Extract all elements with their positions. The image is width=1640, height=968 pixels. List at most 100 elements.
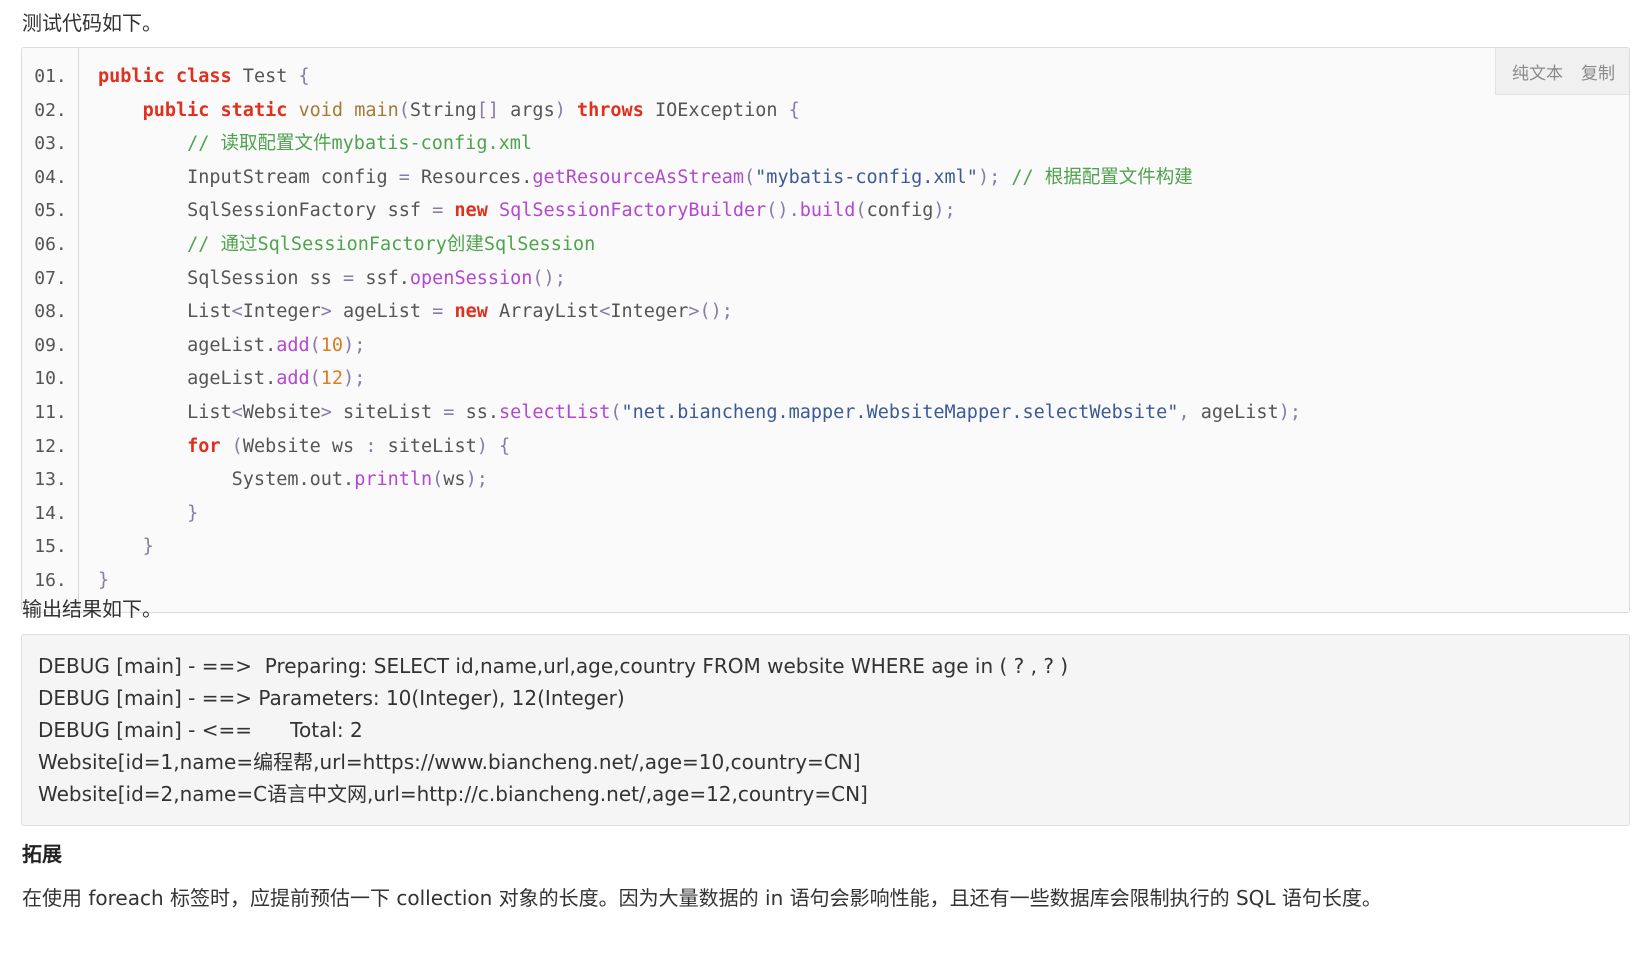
code-token: SqlSession ss: [98, 267, 344, 289]
code-token: Website: [242, 401, 321, 423]
code-text: for (Website ws : siteList) {: [79, 430, 510, 464]
code-line: 05. SqlSessionFactory ssf = new SqlSessi…: [22, 194, 1629, 228]
code-token: static: [220, 99, 288, 121]
code-lines: 01. public class Test {02. public static …: [22, 60, 1629, 598]
code-text: }: [79, 530, 154, 564]
code-text: }: [79, 564, 109, 598]
output-line: DEBUG [main] - ==> Parameters: 10(Intege…: [38, 686, 625, 710]
code-text: List<Website> siteList = ss.selectList("…: [79, 396, 1301, 430]
code-token: (: [855, 200, 867, 222]
line-number: 10.: [34, 368, 67, 390]
code-token: ageList: [1189, 401, 1279, 423]
intro-text: 测试代码如下。: [22, 11, 162, 35]
code-token: );: [933, 200, 956, 222]
code-token: []: [476, 99, 500, 121]
code-token: println: [354, 469, 433, 491]
code-token: ();: [532, 267, 566, 289]
output-line: DEBUG [main] - <== Total: 2: [38, 718, 363, 742]
code-token: }: [187, 502, 199, 524]
body-paragraph: 在使用 foreach 标签时，应提前预估一下 collection 对象的长度…: [22, 886, 1382, 910]
code-token: (: [398, 99, 410, 121]
code-token: public: [98, 66, 165, 87]
code-text: SqlSessionFactory ssf = new SqlSessionFa…: [79, 194, 956, 228]
code-token: }: [98, 569, 110, 591]
code-token: List: [98, 301, 232, 323]
code-text: // 读取配置文件mybatis-config.xml: [79, 127, 532, 161]
code-line: 04. InputStream config = Resources.getRe…: [22, 161, 1629, 195]
code-token: Integer: [610, 301, 689, 323]
output-line: Website[id=2,name=C语言中文网,url=http://c.bi…: [38, 782, 868, 806]
code-line: 14. }: [22, 497, 1629, 531]
code-text: System.out.println(ws);: [79, 463, 488, 497]
code-token: (: [231, 435, 243, 457]
line-number: 15.: [34, 536, 67, 558]
code-line: 13. System.out.println(ws);: [22, 463, 1629, 497]
code-text: SqlSession ss = ssf.openSession();: [79, 262, 566, 296]
code-token: build: [799, 200, 856, 222]
code-token: SqlSessionFactoryBuilder: [498, 200, 767, 222]
code-token: InputStream config: [98, 166, 399, 188]
code-token: IOException: [643, 99, 789, 121]
code-token: ss.: [454, 401, 499, 423]
code-token: new: [454, 301, 488, 323]
code-token: (: [610, 401, 622, 423]
code-token: ArrayList: [487, 301, 600, 323]
code-token: =: [398, 166, 410, 188]
code-token: >: [320, 401, 332, 423]
line-number: 13.: [34, 469, 67, 491]
code-token: List: [98, 401, 232, 423]
code-token: siteList: [376, 435, 477, 457]
code-token: ,: [1178, 401, 1190, 423]
line-number: 06.: [34, 233, 67, 255]
output-line: Website[id=1,name=编程帮,url=https://www.bi…: [38, 750, 861, 774]
code-text: public class Test {: [79, 60, 310, 94]
code-text: InputStream config = Resources.getResour…: [79, 161, 1193, 195]
line-number: 11.: [34, 401, 67, 423]
code-line: 16.}: [22, 564, 1629, 598]
code-token: =: [343, 267, 355, 289]
code-token: >();: [688, 301, 733, 323]
code-token: // 根据配置文件构建: [1011, 166, 1193, 188]
output-block: DEBUG [main] - ==> Preparing: SELECT id,…: [21, 634, 1630, 826]
code-token: "net.biancheng.mapper.WebsiteMapper.sele…: [621, 401, 1179, 423]
code-token: Test: [231, 66, 299, 87]
code-token: add: [276, 334, 310, 356]
code-token: void: [298, 99, 344, 121]
code-token: 12: [320, 368, 344, 390]
line-number: 08.: [34, 301, 67, 323]
code-token: // 读取配置文件mybatis-config.xml: [187, 133, 533, 155]
code-token: config: [866, 200, 934, 222]
code-token: {: [788, 99, 800, 121]
code-token: Website ws: [242, 435, 366, 457]
code-token: );: [977, 166, 1001, 188]
code-token: // 通过SqlSessionFactory创建SqlSession: [187, 233, 596, 255]
code-token: 10: [320, 334, 344, 356]
code-token: Resources.: [409, 166, 533, 188]
code-token: main: [354, 99, 399, 121]
code-token: );: [1278, 401, 1301, 423]
code-token: ): [476, 435, 488, 457]
line-number: 16.: [34, 569, 67, 591]
section-heading: 拓展: [22, 842, 62, 866]
code-line: 07. SqlSession ss = ssf.openSession();: [22, 262, 1629, 296]
code-text: ageList.add(10);: [79, 329, 365, 363]
code-token: );: [465, 469, 488, 491]
code-token: <: [231, 401, 243, 423]
code-token: openSession: [409, 267, 533, 289]
code-token: add: [276, 368, 310, 390]
code-token: ageList: [331, 301, 433, 323]
code-token: (: [432, 469, 444, 491]
code-token: "mybatis-config.xml": [755, 166, 978, 188]
code-token: );: [343, 368, 366, 390]
